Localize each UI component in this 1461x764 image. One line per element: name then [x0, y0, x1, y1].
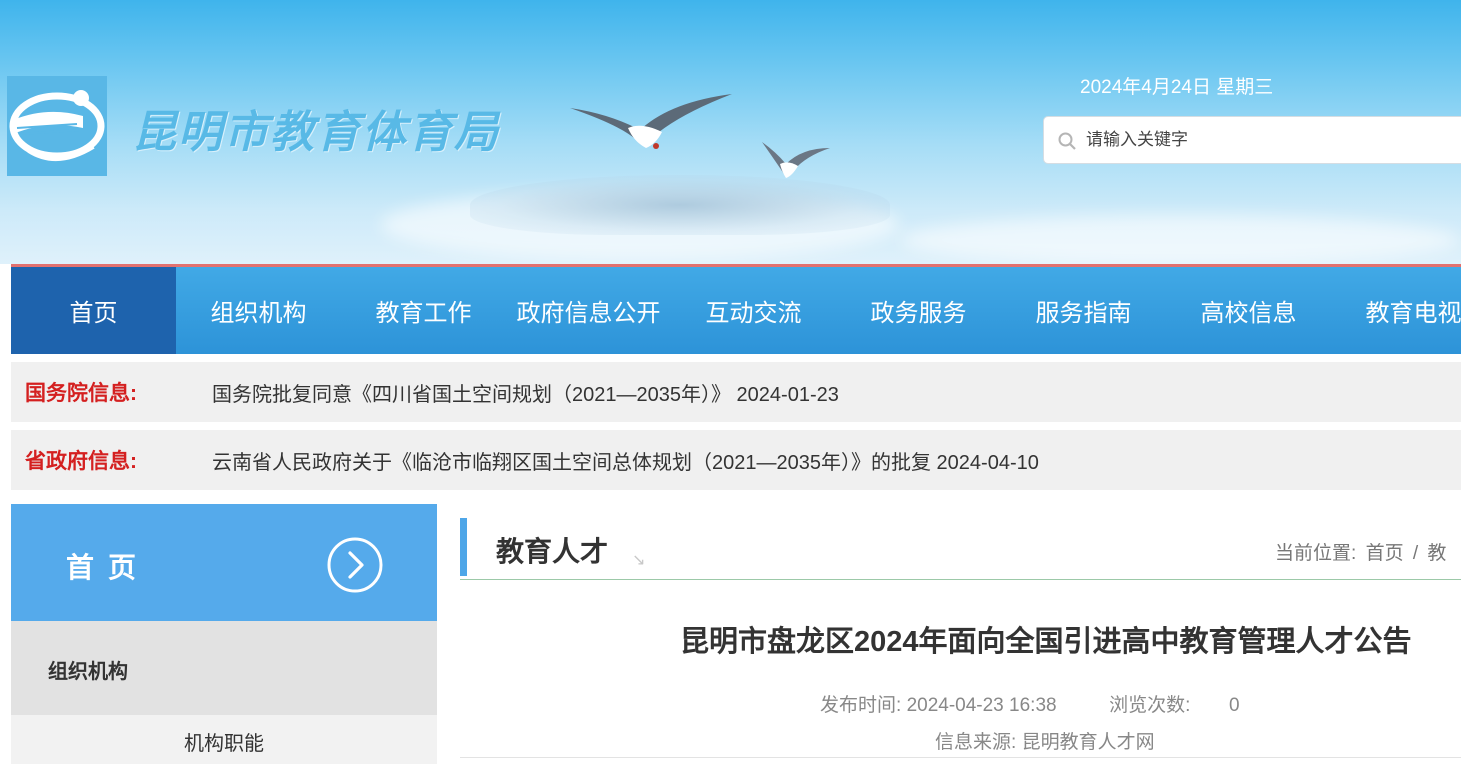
nav-item-gov-info[interactable]: 政府信息公开	[506, 267, 671, 354]
notice-label: 省政府信息:	[25, 450, 137, 473]
nav-item-gov-services[interactable]: 政务服务	[836, 267, 1001, 354]
nav-item-universities[interactable]: 高校信息	[1166, 267, 1331, 354]
nav-item-organization[interactable]: 组织机构	[176, 267, 341, 354]
page: 昆明市教育体育局 2024年4月24日 星期三 首页 组织机构 教育工作 政府信…	[0, 0, 1461, 764]
sidebar-item-label: 机构职能	[184, 733, 264, 755]
corner-arrow-icon: ↘	[632, 550, 646, 569]
notice-label: 国务院信息:	[25, 382, 137, 405]
article-source: 信息来源: 昆明教育人才网	[935, 727, 1155, 754]
notice-link[interactable]: 国务院批复同意《四川省国土空间规划（2021—2035年）》 2024-01-2…	[212, 378, 839, 407]
article-meta: 发布时间: 2024-04-23 16:38 浏览次数: 0	[820, 690, 1240, 717]
sidebar-head-title: 首页	[66, 552, 151, 583]
breadcrumb-home-link[interactable]: 首页	[1366, 543, 1404, 564]
breadcrumb: 当前位置: 首页 / 教	[1275, 538, 1450, 565]
chevron-right-circle-icon[interactable]	[326, 536, 384, 594]
divider	[460, 757, 1461, 758]
mountain-decoration	[470, 175, 890, 235]
bird-illustration	[570, 94, 732, 149]
section-header: 教育人才 ↘ 当前位置: 首页 / 教	[460, 518, 1461, 580]
search-icon[interactable]	[1057, 131, 1077, 151]
publish-label: 发布时间:	[820, 695, 902, 716]
search-box	[1043, 116, 1461, 164]
section-accent-bar	[460, 518, 467, 576]
nav-item-interaction[interactable]: 互动交流	[671, 267, 836, 354]
views-label: 浏览次数:	[1109, 695, 1191, 716]
sidebar-section[interactable]: 组织机构	[11, 621, 437, 715]
nav-item-education-work[interactable]: 教育工作	[341, 267, 506, 354]
notice-row-province: 省政府信息: 云南省人民政府关于《临沧市临翔区国土空间总体规划（2021—203…	[11, 430, 1461, 490]
site-logo[interactable]	[7, 76, 107, 176]
notice-row-state-council: 国务院信息: 国务院批复同意《四川省国土空间规划（2021—2035年）》 20…	[11, 362, 1461, 422]
article-title: 昆明市盘龙区2024年面向全国引进高中教育管理人才公告	[680, 626, 1412, 658]
main-nav: 首页 组织机构 教育工作 政府信息公开 互动交流 政务服务 服务指南 高校信息 …	[11, 264, 1461, 354]
section-title: 教育人才	[496, 536, 609, 567]
site-header: 昆明市教育体育局 2024年4月24日 星期三	[0, 0, 1461, 264]
sidebar-home-header[interactable]: 首页	[11, 504, 437, 621]
breadcrumb-separator: /	[1412, 543, 1419, 564]
bird-illustration	[762, 142, 830, 178]
breadcrumb-prefix: 当前位置:	[1275, 543, 1357, 564]
sidebar-item-functions[interactable]: 机构职能	[11, 715, 437, 764]
breadcrumb-current[interactable]: 教	[1427, 543, 1446, 564]
nav-item-education-tv[interactable]: 教育电视	[1331, 267, 1461, 354]
views-count: 0	[1228, 695, 1240, 716]
nav-item-service-guide[interactable]: 服务指南	[1001, 267, 1166, 354]
source-value: 昆明教育人才网	[1021, 732, 1155, 753]
current-date: 2024年4月24日 星期三	[1080, 77, 1274, 98]
site-title[interactable]: 昆明市教育体育局	[132, 96, 500, 160]
search-input[interactable]	[1086, 125, 1456, 155]
notice-link[interactable]: 云南省人民政府关于《临沧市临翔区国土空间总体规划（2021—2035年）》的批复…	[212, 446, 1039, 475]
source-label: 信息来源:	[935, 732, 1017, 753]
nav-item-home[interactable]: 首页	[11, 267, 176, 354]
publish-time: 2024-04-23 16:38	[906, 695, 1057, 716]
sidebar-section-label: 组织机构	[48, 661, 128, 683]
